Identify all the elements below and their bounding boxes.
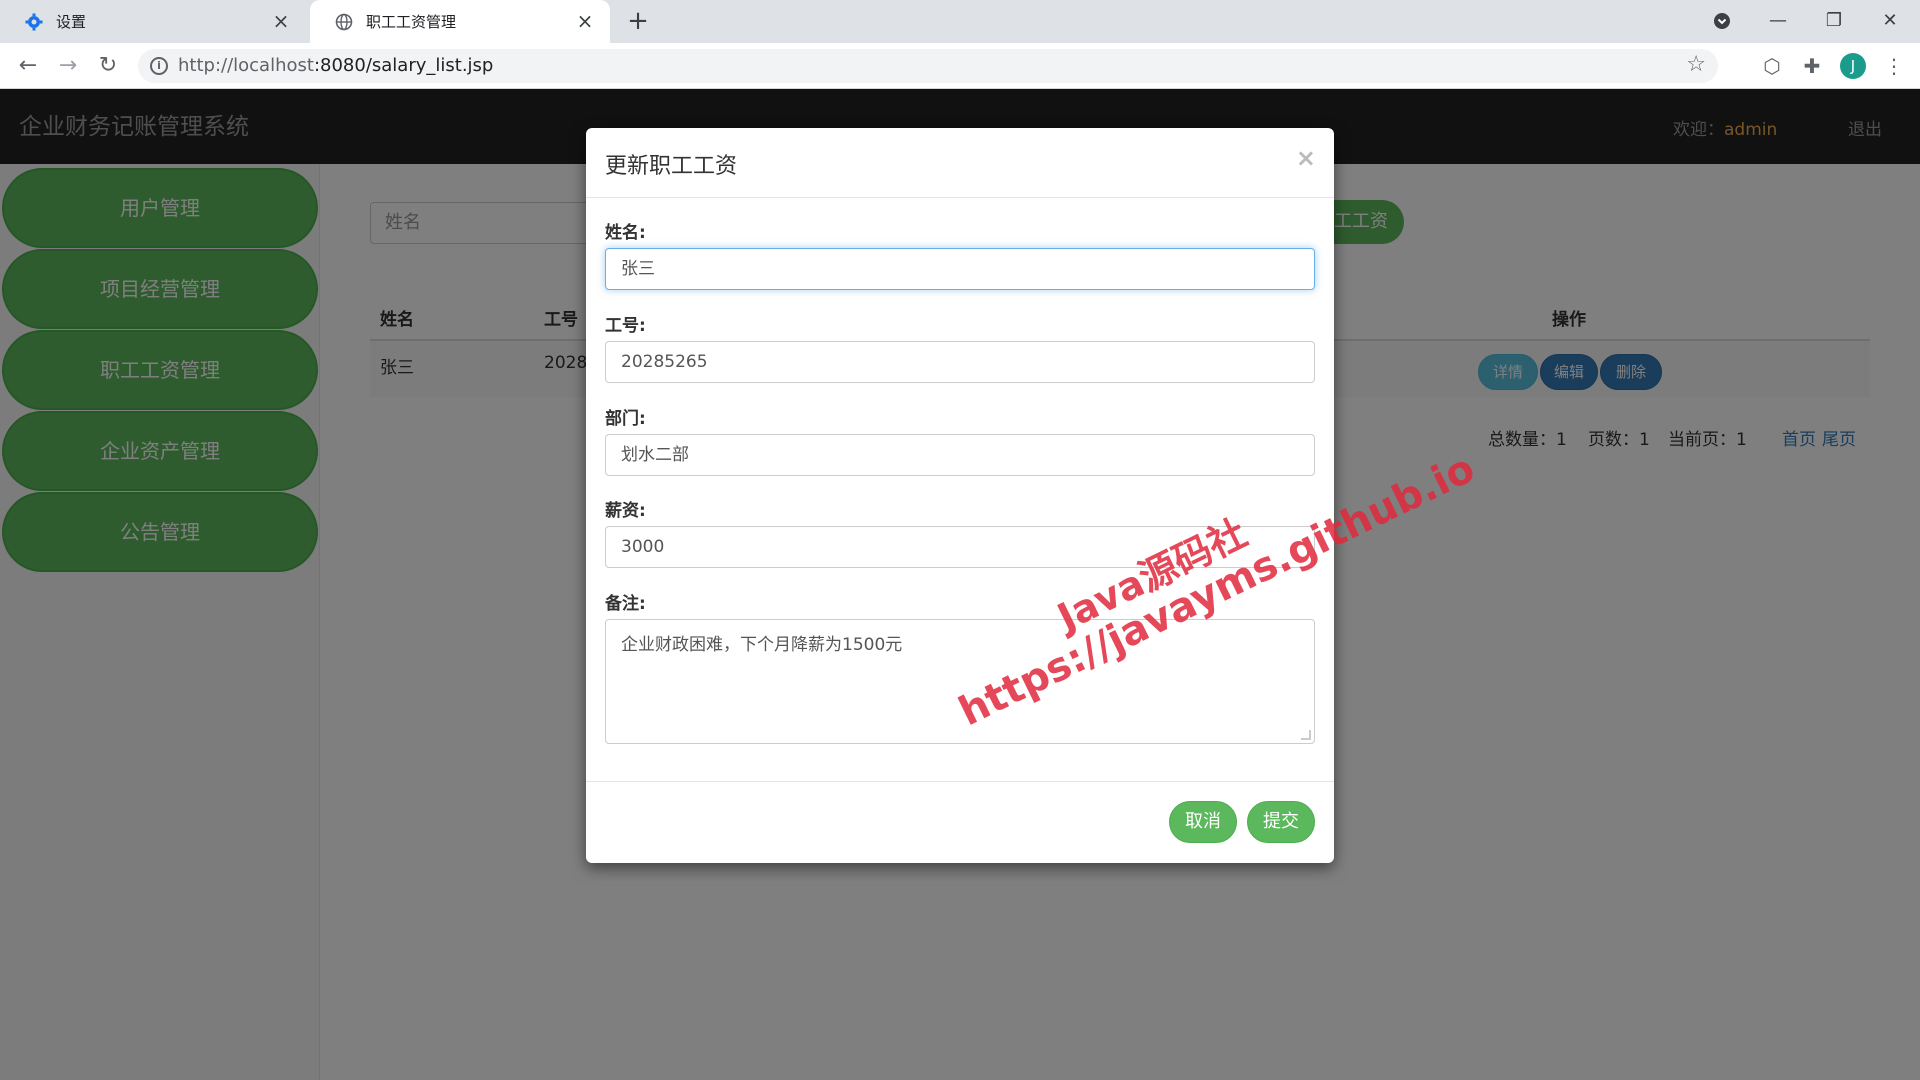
salary-label: 薪资:	[605, 501, 646, 521]
tab-search-icon[interactable]	[1702, 6, 1742, 36]
close-icon[interactable]: ×	[270, 10, 292, 32]
reload-icon[interactable]: ↻	[94, 52, 122, 80]
tab-title: 设置	[56, 13, 87, 31]
tab-salary-management[interactable]: 职工工资管理 ×	[310, 0, 610, 43]
address-bar: ← → ↻ i http://localhost:8080/salary_lis…	[0, 43, 1920, 89]
update-salary-modal: 更新职工工资 × 姓名: 张三 工号: 20285265 部门: 划水二部 薪资…	[586, 128, 1334, 863]
restore-icon[interactable]: ❐	[1814, 6, 1854, 36]
tab-title: 职工工资管理	[366, 13, 457, 31]
avatar[interactable]: J	[1840, 53, 1866, 79]
name-label: 姓名:	[605, 223, 646, 243]
note-text: 企业财政困难，下个月降薪为1500元	[621, 635, 903, 655]
minimize-icon[interactable]: —	[1758, 6, 1798, 36]
modal-footer-divider	[586, 781, 1334, 782]
globe-icon	[334, 12, 354, 32]
close-icon[interactable]: ×	[1296, 144, 1316, 172]
window-close-icon[interactable]: ✕	[1870, 6, 1910, 36]
gear-icon	[24, 12, 44, 32]
puzzle-icon[interactable]: ✚	[1798, 52, 1826, 80]
url-input[interactable]: i http://localhost:8080/salary_list.jsp …	[138, 49, 1718, 83]
menu-icon[interactable]: ⋮	[1880, 52, 1908, 80]
id-field[interactable]: 20285265	[605, 341, 1315, 383]
dept-field[interactable]: 划水二部	[605, 434, 1315, 476]
cancel-button[interactable]: 取消	[1169, 801, 1237, 843]
id-label: 工号:	[605, 316, 646, 336]
modal-title: 更新职工工资	[605, 154, 738, 179]
note-textarea[interactable]: 企业财政困难，下个月降薪为1500元	[605, 619, 1315, 744]
bookmark-star-icon[interactable]: ☆	[1686, 52, 1706, 77]
extension-icon[interactable]: ⬡	[1758, 52, 1786, 80]
close-icon[interactable]: ×	[574, 10, 596, 32]
back-icon[interactable]: ←	[14, 52, 42, 80]
modal-header: 更新职工工资 ×	[586, 128, 1334, 198]
submit-button[interactable]: 提交	[1247, 801, 1315, 843]
new-tab-icon[interactable]: +	[624, 8, 652, 36]
dept-label: 部门:	[605, 409, 646, 429]
url-text: http://localhost:8080/salary_list.jsp	[178, 55, 494, 76]
browser-tab-strip: 设置 × 职工工资管理 × + — ❐ ✕	[0, 0, 1920, 43]
info-icon[interactable]: i	[150, 57, 168, 75]
salary-field[interactable]: 3000	[605, 526, 1315, 568]
resize-handle[interactable]	[1301, 730, 1311, 740]
tab-settings[interactable]: 设置 ×	[0, 0, 306, 43]
page: 企业财务记账管理系统 欢迎：admin 退出 用户管理 项目经营管理 职工工资管…	[0, 89, 1920, 1080]
note-label: 备注:	[605, 594, 646, 614]
name-field[interactable]: 张三	[605, 248, 1315, 290]
forward-icon[interactable]: →	[54, 52, 82, 80]
